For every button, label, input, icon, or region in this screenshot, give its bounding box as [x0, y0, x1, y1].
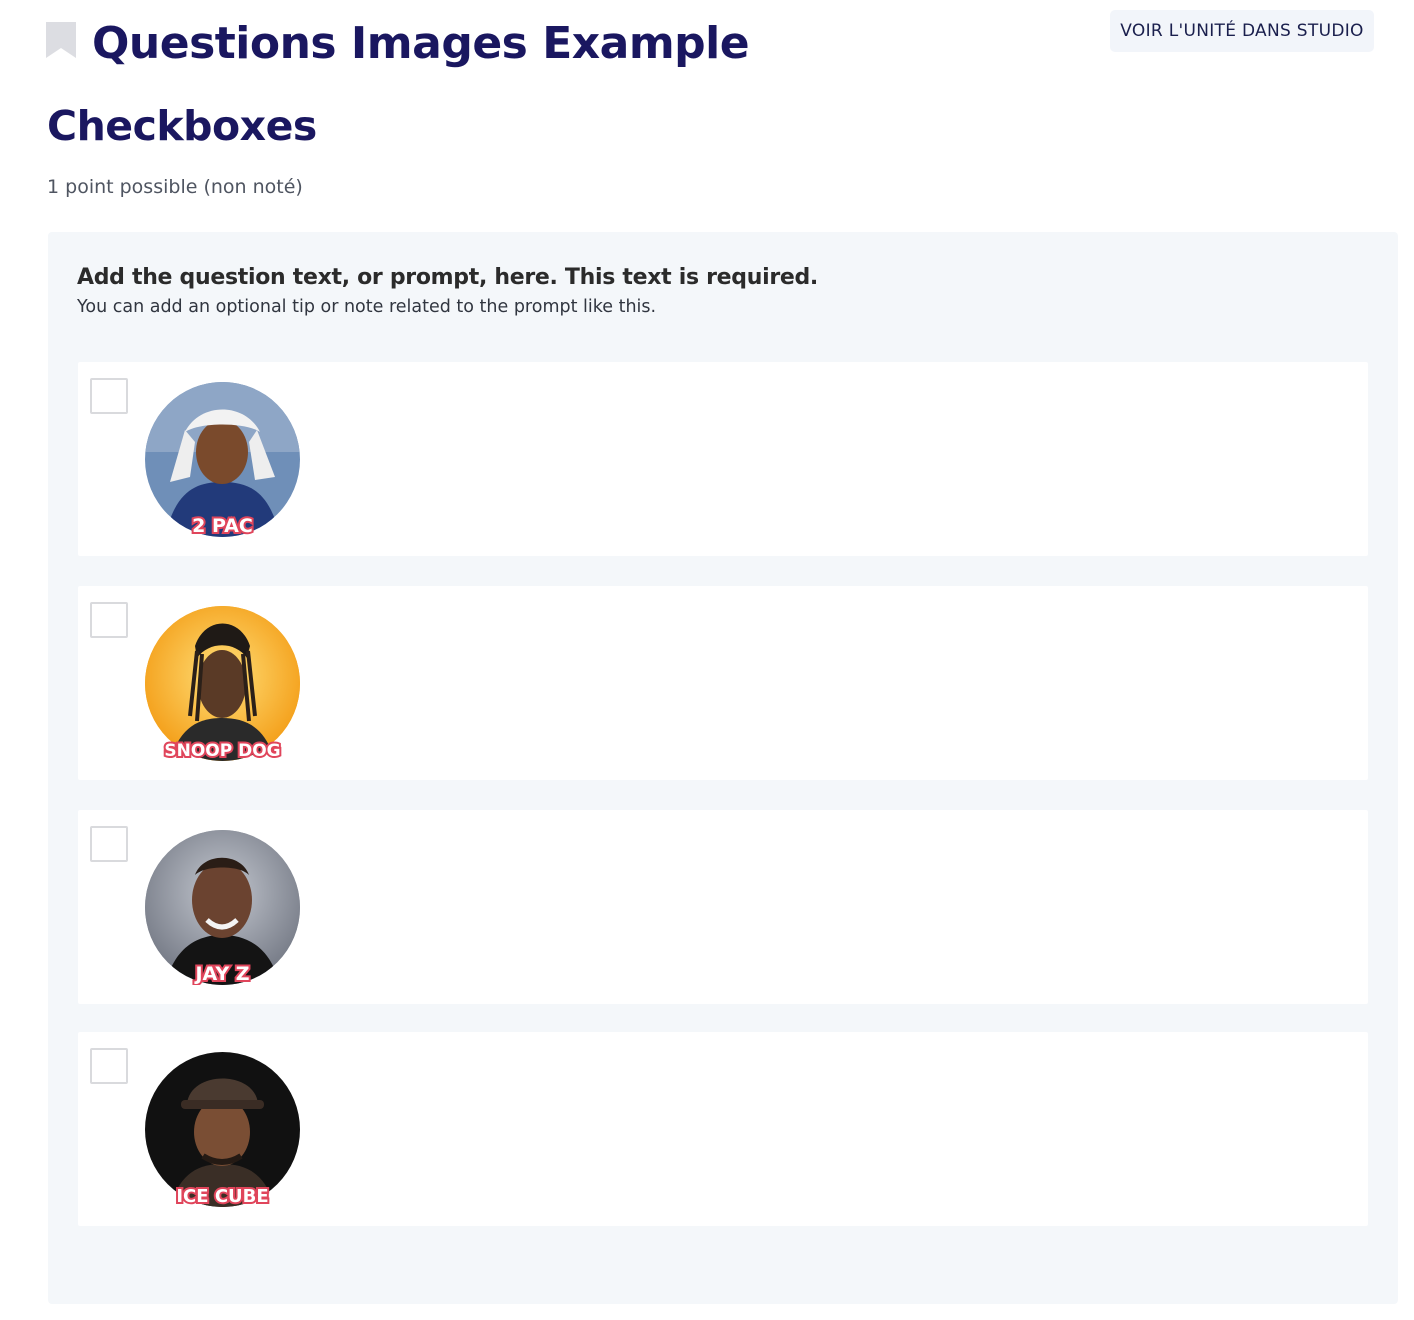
choice-checkbox[interactable] — [90, 826, 128, 862]
unit-title: Questions Images Example — [92, 18, 750, 69]
question-prompt: Add the question text, or prompt, here. … — [77, 265, 818, 290]
problem-title: Checkboxes — [47, 102, 317, 150]
choice-checkbox[interactable] — [90, 378, 128, 414]
page: Questions Images Example VOIR L'UNITÉ DA… — [0, 0, 1414, 1320]
choice-checkbox[interactable] — [90, 1048, 128, 1084]
bookmark-icon[interactable] — [46, 22, 76, 58]
choice-image: ICE CUBE — [145, 1052, 300, 1207]
view-in-studio-button[interactable]: VOIR L'UNITÉ DANS STUDIO — [1110, 10, 1374, 52]
choice-image: 2 PAC — [145, 382, 300, 537]
points-possible: 1 point possible (non noté) — [47, 176, 303, 198]
portrait-caption: ICE CUBE — [176, 1186, 268, 1207]
choice-item[interactable]: 2 PAC — [78, 362, 1368, 556]
choice-image: SNOOP DOG — [145, 606, 300, 761]
choice-item[interactable]: JAY Z — [78, 810, 1368, 1004]
choice-image: JAY Z — [145, 830, 300, 985]
question-tip: You can add an optional tip or note rela… — [77, 297, 657, 317]
portrait-caption: JAY Z — [193, 963, 249, 985]
choice-checkbox[interactable] — [90, 602, 128, 638]
choice-item[interactable]: ICE CUBE — [78, 1032, 1368, 1226]
portrait-caption: SNOOP DOG — [164, 741, 280, 761]
portrait-caption: 2 PAC — [192, 515, 253, 537]
choice-item[interactable]: SNOOP DOG — [78, 586, 1368, 780]
problem-box: Add the question text, or prompt, here. … — [48, 232, 1398, 1304]
